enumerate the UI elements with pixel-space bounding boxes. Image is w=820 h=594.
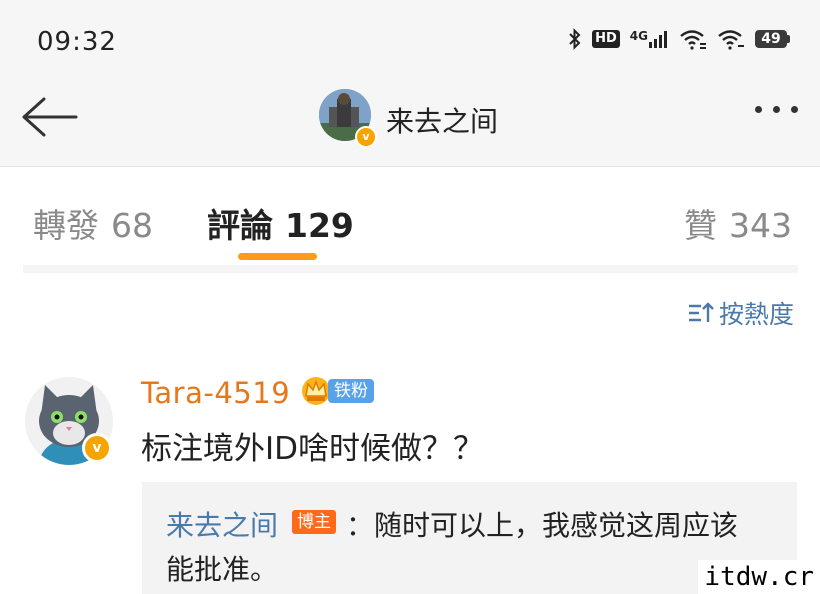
cellular-signal-icon: 4G [630, 30, 669, 48]
tab-likes[interactable]: 贊 343 [684, 199, 792, 247]
tab-reposts[interactable]: 轉發 68 [33, 199, 153, 247]
wifi-call-icon [680, 30, 706, 50]
sort-label: 按熱度 [718, 300, 794, 329]
arrow-left-icon [22, 97, 78, 137]
tab-count: 129 [285, 206, 354, 245]
network-type: 4G [629, 29, 648, 43]
wifi-icon [718, 30, 744, 50]
back-button[interactable] [20, 95, 80, 139]
bluetooth-icon [569, 28, 581, 50]
battery-level: 49 [755, 30, 787, 48]
watermark: itdw.cr [698, 560, 820, 594]
divider [23, 265, 798, 273]
hd-icon: HD [592, 30, 620, 48]
tab-bar: 轉發 68 評論 129 贊 343 [0, 167, 820, 267]
sort-icon [688, 302, 714, 322]
top-bar: 09:32 HD 4G 49 v 来去之间 [0, 0, 820, 167]
reply-text: ：随时可以上，我感觉这周应该 [346, 509, 739, 542]
reply-author[interactable]: 来去之间 [166, 504, 278, 544]
reply-text-continued: 能批准。 [166, 553, 279, 586]
status-icons: HD 4G 49 [568, 28, 790, 50]
comment-username[interactable]: Tara-4519 [141, 376, 290, 410]
more-options-button[interactable] [755, 106, 798, 113]
page-title: 来去之间 [386, 105, 499, 138]
comment-text: 标注境外ID啥时候做？？ [141, 431, 485, 467]
verified-badge-icon: v [82, 433, 112, 463]
verified-badge-icon: v [355, 126, 377, 148]
tab-count: 68 [111, 206, 153, 245]
status-time: 09:32 [37, 27, 117, 57]
sort-button[interactable]: 按熱度 [687, 295, 794, 331]
dot-icon [755, 106, 762, 113]
tab-count: 343 [729, 206, 792, 245]
battery-icon: 49 [755, 30, 790, 48]
dot-icon [791, 106, 798, 113]
tab-label: 評論 [207, 206, 273, 245]
fan-badge: 铁粉 [328, 379, 374, 403]
dot-icon [773, 106, 780, 113]
tab-comments[interactable]: 評論 129 [207, 199, 354, 247]
active-tab-indicator [238, 253, 317, 260]
tab-label: 轉發 [33, 206, 99, 245]
tab-label: 贊 [684, 206, 717, 245]
author-badge: 博主 [292, 510, 336, 534]
